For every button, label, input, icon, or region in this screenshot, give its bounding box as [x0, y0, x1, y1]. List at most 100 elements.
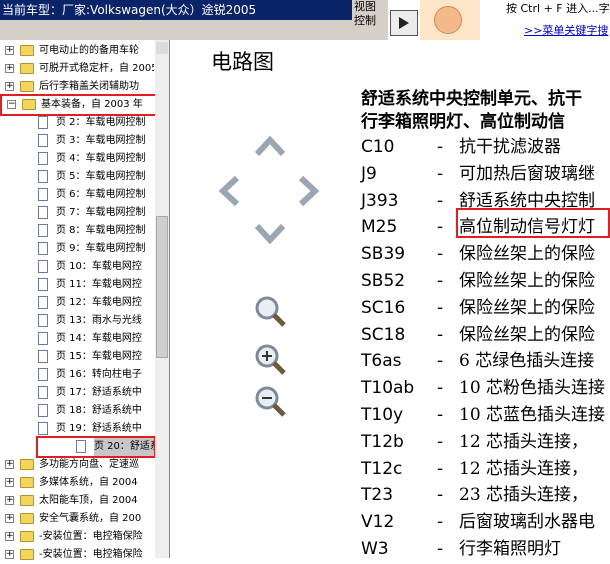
- tree-page-item[interactable]: 页 11：车载电网控: [0, 276, 154, 294]
- tree-page-item[interactable]: 页 10：车载电网控: [0, 258, 154, 276]
- component-code: T10y: [361, 405, 404, 425]
- component-desc: 10 芯蓝色插头连接: [459, 405, 606, 425]
- component-desc: 保险丝架上的保险: [459, 297, 595, 318]
- vehicle-label: 当前车型：厂家:Volkswagen(大众）途锐2005: [0, 0, 354, 20]
- component-code: SB39: [361, 244, 406, 265]
- component-dash: -: [437, 244, 444, 265]
- zoom-in-icon[interactable]: [253, 342, 287, 376]
- component-code: M25: [361, 217, 398, 238]
- heading-line-1: 舒适系统中央控制单元、抗干: [361, 89, 582, 109]
- tree-page-item[interactable]: 页 12：车载电网控: [0, 294, 154, 312]
- component-dash: -: [437, 324, 444, 345]
- tree-page-item[interactable]: 页 2：车载电网控制: [0, 114, 154, 132]
- page-icon: [38, 368, 48, 381]
- page-icon: [38, 386, 48, 399]
- tree-folder-item[interactable]: + 多功能方向盘、定速巡: [0, 456, 154, 474]
- expand-icon[interactable]: +: [5, 82, 14, 91]
- page-icon: [38, 278, 48, 291]
- tree-page-item[interactable]: 页 17：舒适系统中: [0, 384, 154, 402]
- expand-icon[interactable]: +: [5, 460, 14, 469]
- heading-line-2: 行李箱照明灯、高位制动信: [361, 112, 565, 132]
- page-icon: [38, 422, 48, 435]
- folder-icon: [20, 495, 34, 506]
- tree-item-label: 页 7：车载电网控制: [56, 207, 146, 218]
- page-icon: [38, 152, 48, 165]
- component-code: V12: [361, 512, 395, 533]
- tree-page-item[interactable]: 页 9：车载电网控制: [0, 240, 154, 258]
- tree-page-item[interactable]: 页 19：舒适系统中: [0, 420, 154, 438]
- tree-item-label: 页 10：车载电网控: [56, 261, 142, 272]
- scroll-thumb[interactable]: [156, 216, 168, 358]
- component-desc: 后窗玻璃刮水器电: [459, 512, 595, 533]
- folder-icon: [20, 81, 34, 92]
- top-bar: 当前车型：厂家:Volkswagen(大众）途锐2005 视图 控制 按 Ctr…: [0, 0, 610, 40]
- collapse-icon[interactable]: −: [7, 100, 16, 109]
- zoom-fit-icon[interactable]: [253, 294, 287, 328]
- folder-icon: [20, 549, 34, 560]
- tree-folder-item[interactable]: + 后行李箱盖关闭辅助功: [0, 78, 154, 96]
- tree-view: + 可电动止的的备用车轮 + 可脱开式稳定杆，自 2005 + 后行李箱盖关闭辅助功 − 基本…: [0, 40, 170, 560]
- tree-item-label: 基本装备，自 2003 年: [41, 99, 143, 110]
- play-button[interactable]: [390, 10, 418, 36]
- pan-up-icon[interactable]: [253, 134, 287, 158]
- page-icon: [38, 224, 48, 237]
- tree-page-item[interactable]: 页 5：车载电网控制: [0, 168, 154, 186]
- component-desc: 12 芯插头连接，: [459, 458, 589, 479]
- folder-icon: [20, 513, 34, 524]
- expand-icon[interactable]: +: [5, 496, 14, 505]
- assistant-avatar: [420, 0, 480, 40]
- page-icon: [76, 440, 86, 453]
- component-code: C10: [361, 137, 395, 157]
- tree-page-item[interactable]: 页 4：车载电网控制: [0, 150, 154, 168]
- keyword-search-link[interactable]: >>菜单关键字搜: [524, 22, 608, 38]
- tree-page-item[interactable]: 页 15：车载电网控: [0, 348, 154, 366]
- tree-folder-item[interactable]: + -安装位置：电控箱保险: [0, 528, 154, 546]
- page-title: 电路图: [211, 50, 274, 74]
- component-dash: -: [437, 137, 444, 157]
- scroll-up-button[interactable]: [156, 42, 168, 54]
- component-desc: 10 芯粉色插头连接: [459, 378, 606, 399]
- component-code: J393: [361, 190, 399, 211]
- tree-page-item[interactable]: 页 6：车载电网控制: [0, 186, 154, 204]
- tree-folder-item[interactable]: + 多媒体系统，自 2004: [0, 474, 154, 492]
- tree-page-item[interactable]: 页 8：车载电网控制: [0, 222, 154, 240]
- tree-page-item[interactable]: 页 14：车载电网控: [0, 330, 154, 348]
- folder-icon: [20, 45, 34, 56]
- tree-page-item[interactable]: 页 3：车载电网控制: [0, 132, 154, 150]
- component-desc: 可加热后窗玻璃继: [459, 163, 595, 184]
- tree-page-item[interactable]: 页 16：转向柱电子: [0, 366, 154, 384]
- tree-scrollbar[interactable]: [155, 40, 169, 558]
- component-dash: -: [437, 217, 444, 238]
- pan-right-icon[interactable]: [295, 174, 321, 208]
- component-code: SB52: [361, 271, 406, 291]
- expand-icon[interactable]: +: [5, 532, 14, 541]
- tree-folder-item[interactable]: + 可脱开式稳定杆，自 2005: [0, 60, 154, 78]
- tree-folder-item[interactable]: + -安装位置：电控箱保险: [0, 546, 154, 564]
- component-dash: -: [437, 271, 444, 291]
- page-icon: [38, 206, 48, 219]
- tree-item-label: 页 9：车载电网控制: [56, 243, 146, 254]
- expand-icon[interactable]: +: [5, 46, 14, 55]
- tree-folder-item[interactable]: − 基本装备，自 2003 年: [0, 94, 160, 116]
- pan-down-icon[interactable]: [253, 222, 287, 246]
- tree-page-item[interactable]: 页 13：雨水与光线: [0, 312, 154, 330]
- expand-icon[interactable]: +: [5, 478, 14, 487]
- view-control-label-1: 视图: [354, 0, 376, 13]
- page-icon: [38, 134, 48, 147]
- expand-icon[interactable]: +: [5, 64, 14, 73]
- folder-icon: [20, 531, 34, 542]
- component-desc: 12 芯插头连接，: [459, 431, 589, 452]
- tree-item-label: 页 12：车载电网控: [56, 297, 142, 308]
- pan-left-icon[interactable]: [217, 174, 243, 208]
- tree-page-item[interactable]: 页 7：车载电网控制: [0, 204, 154, 222]
- tree-page-item[interactable]: 页 20：舒适系统中: [36, 436, 156, 458]
- tree-folder-item[interactable]: + 太阳能车顶，自 2004: [0, 492, 154, 510]
- view-control-button[interactable]: 视图 控制: [352, 0, 388, 40]
- tree-folder-item[interactable]: + 安全气囊系统，自 200: [0, 510, 154, 528]
- expand-icon[interactable]: +: [5, 514, 14, 523]
- tree-page-item[interactable]: 页 18：舒适系统中: [0, 402, 154, 420]
- zoom-out-icon[interactable]: [253, 384, 287, 418]
- tree-folder-item[interactable]: + 可电动止的的备用车轮: [0, 42, 154, 60]
- component-desc: 保险丝架上的保险: [459, 244, 595, 265]
- component-code: SC18: [361, 324, 406, 345]
